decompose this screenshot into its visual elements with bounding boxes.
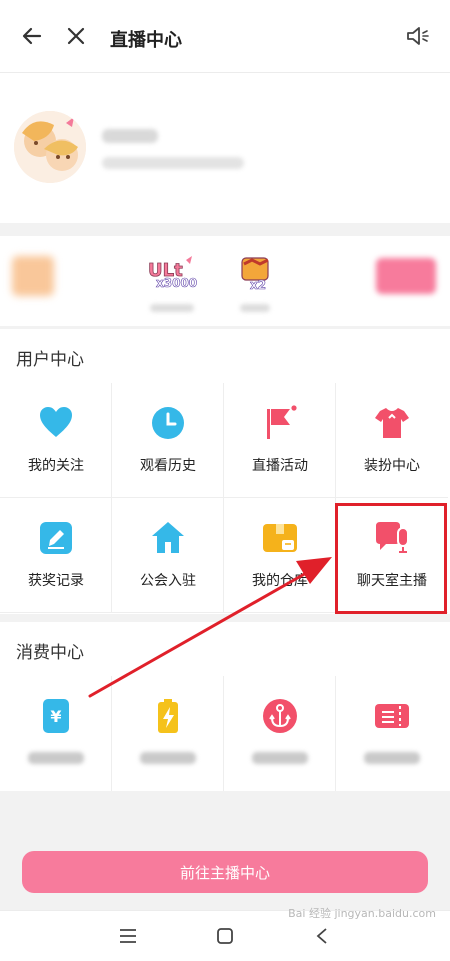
menu-icon[interactable] [116, 925, 140, 947]
back-chevron-icon[interactable] [310, 925, 334, 947]
watermark: Bai 经验 jingyan.baidu.com [288, 907, 436, 920]
annotation-arrow [88, 557, 332, 698]
go-to-host-center-button[interactable]: 前往主播中心 [22, 851, 428, 893]
square-home-icon[interactable] [213, 925, 237, 947]
